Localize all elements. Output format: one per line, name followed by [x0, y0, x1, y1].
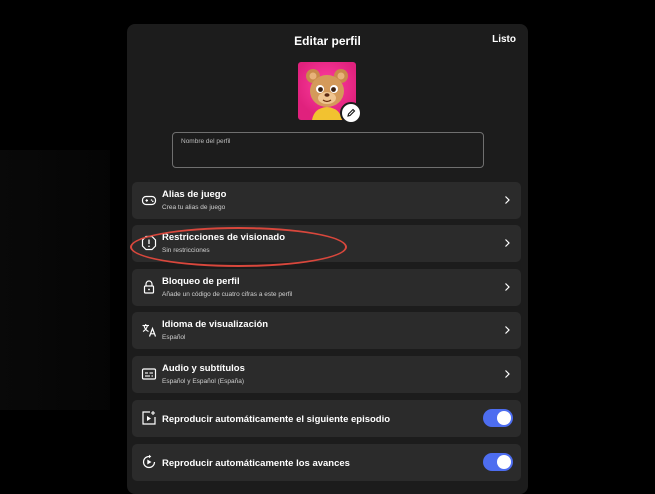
row-viewing-restrictions[interactable]: Restricciones de visionado Sin restricci… — [132, 225, 521, 262]
avatar-container[interactable] — [298, 62, 362, 124]
row-label: Bloqueo de perfil — [162, 276, 240, 287]
autoplay-previews-icon — [142, 454, 156, 469]
toggle-knob — [497, 411, 511, 425]
toggle-knob — [497, 455, 511, 469]
edit-profile-dialog: Editar perfil Listo Nombre del perfil Al… — [127, 24, 528, 494]
row-label: Reproducir automáticamente el siguiente … — [162, 414, 391, 425]
autoplay-previews-toggle[interactable] — [483, 453, 513, 471]
warning-icon — [141, 235, 157, 251]
row-sublabel: Español y Español (España) — [162, 378, 245, 385]
done-button[interactable]: Listo — [492, 34, 516, 45]
subtitles-icon — [141, 368, 157, 380]
pencil-icon — [347, 108, 356, 117]
dialog-header: Editar perfil Listo — [127, 24, 528, 54]
profile-name-field[interactable]: Nombre del perfil — [172, 132, 484, 168]
translate-icon — [142, 324, 157, 337]
lock-icon — [143, 280, 155, 294]
chevron-right-icon — [505, 196, 510, 204]
row-sublabel: Español — [162, 334, 186, 341]
profile-name-input[interactable] — [181, 148, 475, 164]
profile-name-label: Nombre del perfil — [181, 138, 231, 145]
chevron-right-icon — [505, 283, 510, 291]
row-sublabel: Crea tu alias de juego — [162, 204, 226, 211]
row-label: Reproducir automáticamente los avances — [162, 458, 350, 469]
autoplay-next-episode-toggle[interactable] — [483, 409, 513, 427]
row-label: Audio y subtítulos — [162, 363, 245, 374]
chevron-right-icon — [505, 370, 510, 378]
next-episode-icon — [142, 411, 156, 425]
row-sublabel: Sin restricciones — [162, 247, 210, 254]
chevron-right-icon — [505, 326, 510, 334]
row-sublabel: Añade un código de cuatro cifras a este … — [162, 291, 293, 298]
row-autoplay-next-episode: Reproducir automáticamente el siguiente … — [132, 400, 521, 437]
background-content — [0, 150, 110, 410]
row-display-language[interactable]: Idioma de visualización Español — [132, 312, 521, 349]
row-label: Idioma de visualización — [162, 319, 269, 330]
row-autoplay-previews: Reproducir automáticamente los avances — [132, 444, 521, 481]
row-audio-subtitles[interactable]: Audio y subtítulos Español y Español (Es… — [132, 356, 521, 393]
row-label: Restricciones de visionado — [162, 232, 286, 243]
row-label: Alias de juego — [162, 189, 227, 200]
gamepad-icon — [141, 195, 157, 206]
row-game-handle[interactable]: Alias de juego Crea tu alias de juego — [132, 182, 521, 219]
row-profile-lock[interactable]: Bloqueo de perfil Añade un código de cua… — [132, 269, 521, 306]
page-title: Editar perfil — [294, 34, 361, 48]
edit-avatar-button[interactable] — [340, 102, 362, 124]
chevron-right-icon — [505, 239, 510, 247]
